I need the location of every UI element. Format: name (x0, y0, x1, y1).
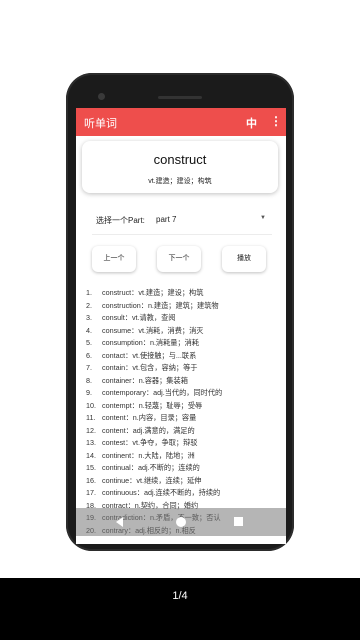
recent-apps-icon[interactable] (234, 517, 243, 526)
list-item-number: 16. (86, 475, 96, 485)
list-item-number: 5. (86, 338, 92, 347)
list-item-text: content：adj.满意的，满足的 (102, 425, 195, 435)
list-item-text: container：n.容器；集装箱 (102, 375, 188, 385)
language-toggle-button[interactable]: 中 (246, 115, 257, 131)
list-item[interactable]: 2. construction：n.建造；建筑；建筑物 (86, 301, 219, 313)
list-item-number: 9. (86, 388, 92, 397)
list-item-text: consumption：n.消耗量；消耗 (102, 338, 200, 347)
list-item-text: contemporary：adj.当代的，同时代的 (102, 388, 223, 397)
list-item-text: contempt：n.轻蔑；耻辱；受辱 (102, 400, 203, 410)
list-item[interactable]: 1. construct：vt.建造；建设；构筑 (86, 288, 203, 300)
list-item[interactable]: 11. content：n.内容，目录；容量 (86, 413, 196, 425)
list-item[interactable]: 8. container：n.容器；集装箱 (86, 376, 188, 388)
list-item[interactable]: 3. consult：vt.请教，查阅 (86, 313, 176, 325)
list-item[interactable]: 10. contempt：n.轻蔑；耻辱；受辱 (86, 401, 202, 413)
list-item-text: construct：vt.建造；建设；构筑 (102, 288, 204, 297)
list-item-number: 2. (86, 300, 92, 310)
app-screen: 听单词 中 ⋮ construct vt.建造；建设；构筑 选择一个Part: … (76, 108, 286, 544)
list-item-number: 14. (86, 450, 96, 460)
camera-dot (98, 93, 105, 100)
system-nav-bar (76, 508, 286, 536)
list-item-number: 12. (86, 425, 96, 435)
next-button[interactable]: 下一个 (157, 246, 201, 272)
home-icon[interactable] (176, 517, 186, 527)
list-item-number: 17. (86, 488, 96, 497)
list-item-text: consult：vt.请教，查阅 (102, 313, 176, 322)
list-item[interactable]: 5. consumption：n.消耗量；消耗 (86, 338, 199, 350)
current-word: construct (153, 152, 207, 167)
list-item-text: contest：vt.争夺，争取；辩驳 (102, 438, 198, 447)
list-item-text: content：n.内容，目录；容量 (102, 413, 197, 422)
list-item[interactable]: 17. continuous：adj.连续不断的，持续的 (86, 488, 220, 500)
part-dropdown[interactable]: 选择一个Part: part 7 ▼ (92, 212, 272, 228)
list-item-text: contact：vt.使接触；与...联系 (102, 350, 197, 360)
more-options-icon[interactable]: ⋮ (270, 113, 282, 129)
list-item[interactable]: 15. continual：adj.不断的；连续的 (86, 463, 200, 475)
list-item-number: 4. (86, 325, 92, 335)
part-dropdown-label: 选择一个Part: (96, 216, 145, 225)
previous-button[interactable]: 上一个 (92, 246, 136, 272)
part-dropdown-value[interactable]: part 7 (156, 215, 176, 224)
list-item[interactable]: 9. contemporary：adj.当代的，同时代的 (86, 388, 222, 400)
list-item-number: 7. (86, 363, 92, 372)
app-bar: 听单词 中 ⋮ (76, 108, 286, 136)
play-button[interactable]: 播放 (222, 246, 266, 272)
list-item-number: 11. (86, 413, 96, 422)
list-item-text: continuous：adj.连续不断的，持续的 (102, 488, 221, 497)
list-item[interactable]: 14. continent：n.大陆，陆地；洲 (86, 451, 195, 463)
page-indicator: 1/4 (172, 590, 188, 602)
list-item[interactable]: 13. contest：vt.争夺，争取；辩驳 (86, 438, 197, 450)
list-item[interactable]: 6. contact：vt.使接触；与...联系 (86, 351, 196, 363)
list-item-text: continue：vt.继续，连续；延伸 (102, 475, 202, 485)
list-item[interactable]: 4. consume：vt.消耗，消费；消灭 (86, 326, 203, 338)
list-item-number: 15. (86, 463, 96, 472)
list-item-number: 13. (86, 438, 96, 447)
list-item-number: 10. (86, 400, 96, 410)
list-item-number: 1. (86, 288, 92, 297)
list-item-text: construction：n.建造；建筑；建筑物 (102, 300, 219, 310)
list-item-text: contain：vt.包含，容纳；等于 (102, 363, 198, 372)
app-title: 听单词 (84, 118, 117, 130)
list-item-text: continent：n.大陆，陆地；洲 (102, 450, 195, 460)
list-item-number: 3. (86, 313, 92, 322)
back-icon[interactable] (116, 517, 123, 527)
word-card: construct vt.建造；建设；构筑 (82, 141, 278, 193)
list-item-text: continual：adj.不断的；连续的 (102, 463, 200, 472)
list-item-number: 8. (86, 375, 92, 385)
list-item[interactable]: 12. content：adj.满意的，满足的 (86, 426, 195, 438)
speaker-slot (158, 96, 202, 99)
list-item[interactable]: 16. continue：vt.继续，连续；延伸 (86, 476, 201, 488)
current-definition: vt.建造；建设；构筑 (148, 178, 212, 185)
list-item-number: 6. (86, 350, 92, 360)
list-item[interactable]: 7. contain：vt.包含，容纳；等于 (86, 363, 197, 375)
list-item-text: consume：vt.消耗，消费；消灭 (102, 325, 204, 335)
divider (92, 234, 272, 235)
dropdown-caret-icon[interactable]: ▼ (260, 215, 266, 221)
